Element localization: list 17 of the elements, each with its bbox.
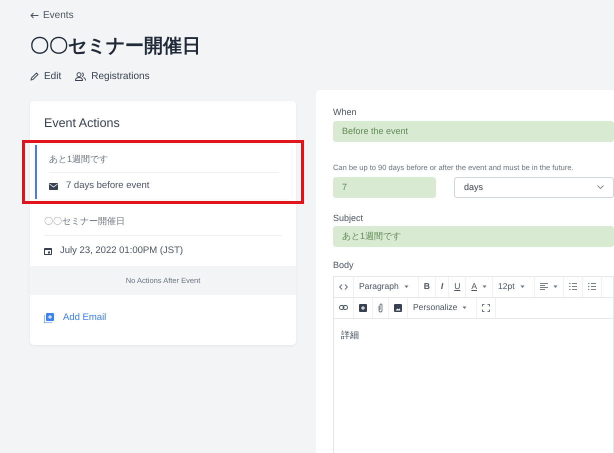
action-item[interactable]: あと1週間です 7 days before event <box>35 144 291 200</box>
field-label: Body <box>333 259 355 272</box>
field-label: Subject <box>333 212 364 225</box>
registrations-link[interactable]: Registrations <box>75 68 150 84</box>
unit-select[interactable]: days <box>454 176 614 198</box>
card-title: Event Actions <box>43 114 121 132</box>
body-text: 詳細 <box>340 328 360 342</box>
page-title: 〇〇セミナー開催日 <box>30 36 202 59</box>
action-timing: 7 days before event <box>66 179 150 194</box>
back-link[interactable]: Events <box>30 8 74 23</box>
event-date: July 23, 2022 01:00PM (JST) <box>60 244 184 258</box>
edit-link[interactable]: Edit <box>30 68 62 84</box>
action-subject: あと1週間です <box>49 152 279 174</box>
editor-area[interactable]: Paragraph B I U A 12pt Personalize 詳細 <box>333 276 614 453</box>
field-label: When <box>333 106 358 119</box>
add-email-button[interactable]: Add Email <box>44 311 106 326</box>
event-name: 〇〇セミナー開催日 <box>44 215 282 236</box>
